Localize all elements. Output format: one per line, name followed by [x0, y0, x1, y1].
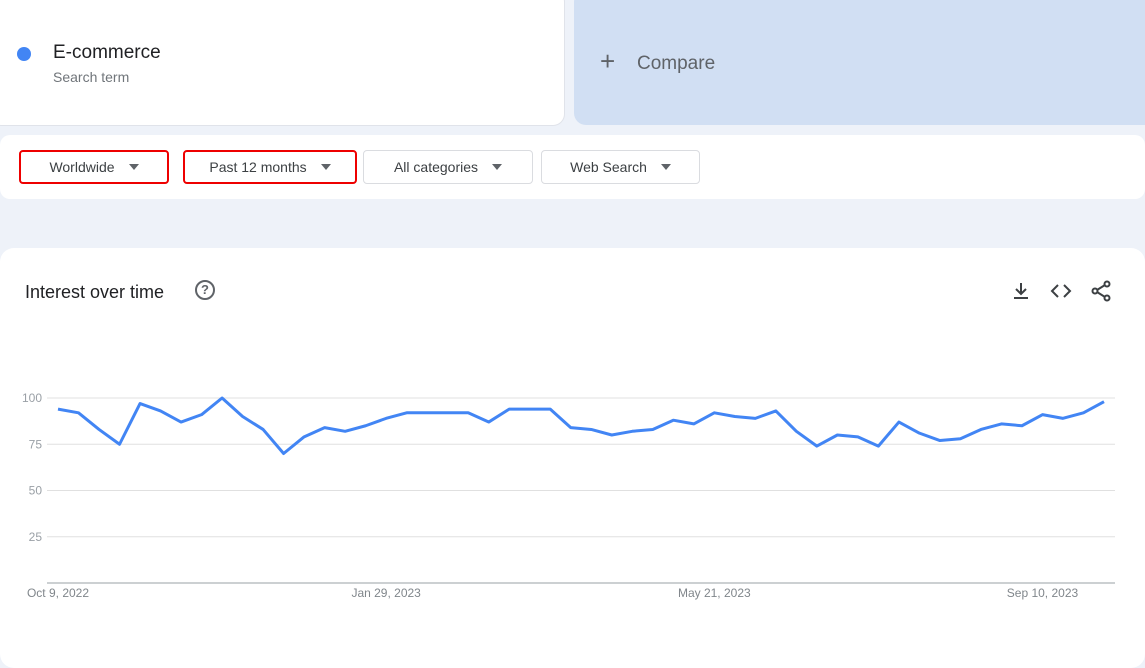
time-range-dropdown[interactable]: Past 12 months	[183, 150, 357, 184]
series-line	[57, 396, 1105, 455]
compare-label: Compare	[637, 53, 716, 74]
caret-down-icon	[320, 164, 331, 170]
x-tick-label: Oct 9, 2022	[27, 586, 89, 600]
term-color-dot	[17, 47, 31, 61]
y-tick-label: 100	[22, 391, 42, 405]
plus-icon: +	[600, 46, 616, 76]
caret-down-icon	[660, 164, 671, 170]
dropdown-label: Web Search	[570, 159, 647, 175]
dropdown-label: Worldwide	[49, 159, 115, 175]
category-dropdown[interactable]: All categories	[363, 150, 533, 184]
y-tick-label: 25	[29, 530, 43, 544]
search-term-card[interactable]: E-commerce Search term	[0, 0, 565, 126]
region-dropdown[interactable]: Worldwide	[19, 150, 169, 184]
compare-button[interactable]: + Compare	[574, 0, 1145, 125]
interest-chart: 25 50 75 100 Oct 9, 2022 Jan 29, 2023 May 21, …	[22, 391, 1115, 600]
caret-down-icon	[128, 164, 139, 170]
x-tick-label: Sep 10, 2023	[1007, 586, 1079, 600]
dropdown-label: Past 12 months	[209, 159, 307, 175]
x-tick-label: May 21, 2023	[678, 586, 751, 600]
term-subtitle: Search term	[53, 69, 130, 85]
y-tick-label: 50	[29, 484, 43, 498]
x-tick-label: Jan 29, 2023	[351, 586, 421, 600]
caret-down-icon	[492, 164, 503, 170]
interest-over-time-card: Interest over time ? 25 50 75 100 Oct 9, 202…	[0, 248, 1145, 668]
term-name: E-commerce	[53, 42, 161, 63]
y-tick-label: 75	[29, 437, 43, 451]
search-type-dropdown[interactable]: Web Search	[541, 150, 700, 184]
filter-bar: Worldwide Past 12 months All categories …	[0, 135, 1145, 199]
dropdown-label: All categories	[393, 159, 479, 175]
